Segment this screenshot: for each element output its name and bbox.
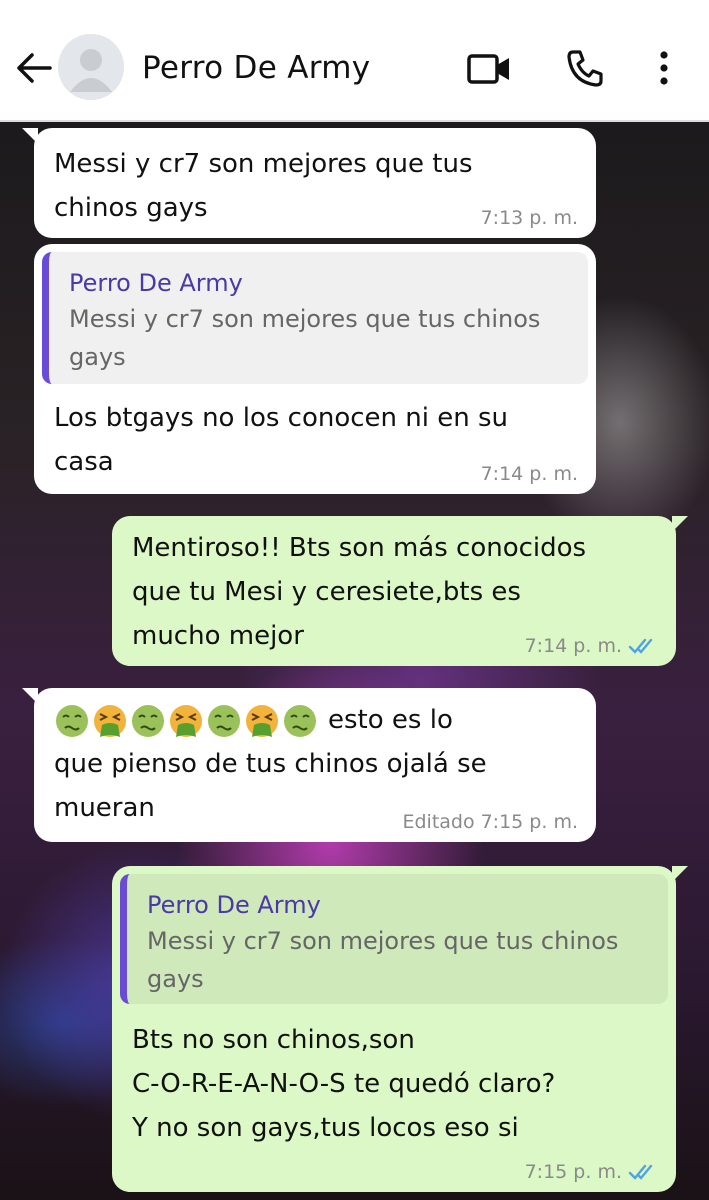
double-check-read-icon (628, 638, 653, 654)
default-avatar-icon (58, 34, 124, 100)
nauseated-face-icon (132, 704, 164, 737)
message-text: Bts no son chinos,son C-O-R-E-A-N-O-S te… (132, 1025, 556, 1143)
message-time: 7:13 p. m. (481, 206, 578, 230)
vomiting-face-icon (170, 704, 202, 737)
contact-avatar[interactable] (58, 34, 124, 100)
contact-name[interactable]: Perro De Army (142, 50, 370, 86)
back-arrow-icon[interactable] (14, 50, 54, 86)
emoji-sequence (54, 703, 318, 739)
message-time: Editado 7:15 p. m. (402, 810, 578, 834)
message-timestamp: 7:13 p. m. (480, 207, 578, 229)
chat-header: Perro De Army (0, 0, 709, 122)
message-time: 7:14 p. m. (525, 634, 658, 658)
message-timestamp: 7:14 p. m. (480, 463, 578, 485)
vomiting-face-icon (246, 704, 278, 737)
nauseated-face-icon (56, 704, 88, 737)
quote-text: Messi y cr7 son mejores que tus chinos g… (147, 927, 619, 993)
message-bubble-incoming[interactable]: Perro De Army Messi y cr7 son mejores qu… (34, 244, 596, 494)
message-first-line: esto es lo (54, 698, 576, 742)
edited-label: Editado (402, 811, 475, 833)
nauseated-face-icon (208, 704, 240, 737)
nauseated-face-icon (284, 704, 316, 737)
quote-author: Perro De Army (147, 891, 321, 919)
quoted-message[interactable]: Perro De Army Messi y cr7 son mejores qu… (42, 252, 588, 384)
double-check-read-icon (628, 1164, 653, 1180)
vomiting-face-icon (94, 704, 126, 737)
bubble-tail (672, 516, 688, 532)
message-text: Los btgays no los conocen ni en su casa (54, 403, 509, 477)
more-options-icon[interactable] (652, 48, 676, 88)
message-bubble-outgoing[interactable]: Perro De Army Messi y cr7 son mejores qu… (112, 866, 688, 1192)
phone-call-icon[interactable] (564, 48, 604, 88)
quote-author: Perro De Army (69, 269, 243, 297)
bubble-tail (672, 866, 688, 882)
message-time: 7:14 p. m. (481, 462, 578, 486)
quote-text: Messi y cr7 son mejores que tus chinos g… (69, 305, 541, 371)
video-call-icon[interactable] (466, 52, 512, 86)
message-bubble-incoming[interactable]: Messi y cr7 son mejores que tus chinos g… (22, 128, 596, 238)
message-bubble-outgoing[interactable]: Mentiroso!! Bts son más conocidos que tu… (112, 516, 688, 666)
bubble-tail (22, 688, 38, 704)
message-timestamp: 7:14 p. m. (524, 635, 622, 657)
bubble-tail (22, 128, 38, 144)
message-text-first-line: esto es lo (328, 705, 453, 735)
quoted-message[interactable]: Perro De Army Messi y cr7 son mejores qu… (120, 874, 668, 1004)
message-timestamp: 7:15 p. m. (524, 1161, 622, 1183)
message-bubble-incoming[interactable]: esto es lo que pienso de tus chinos ojal… (22, 688, 596, 842)
message-time: 7:15 p. m. (525, 1160, 658, 1184)
message-timestamp: 7:15 p. m. (480, 811, 578, 833)
